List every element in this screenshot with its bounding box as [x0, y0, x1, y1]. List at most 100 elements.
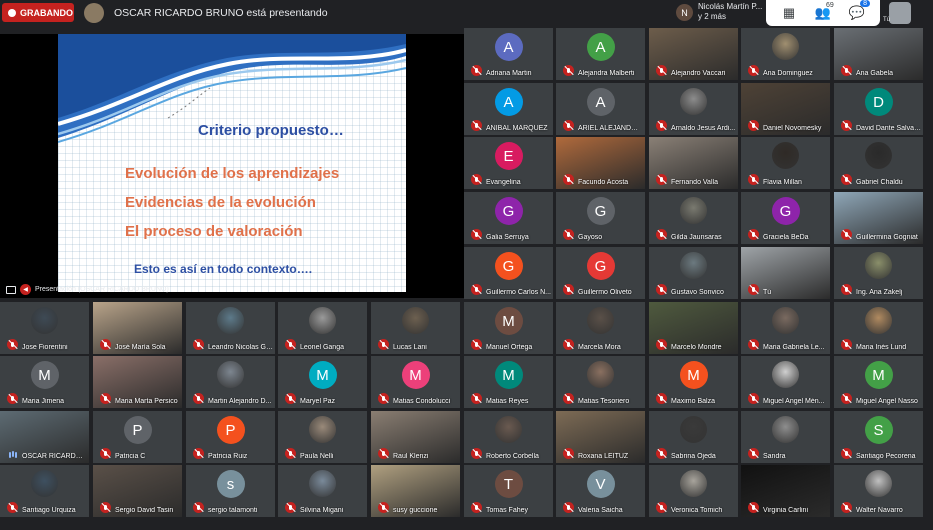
participant-tile[interactable]: Flavia Millan — [741, 137, 830, 189]
participant-tile[interactable]: Ing. Ana Zakelj — [834, 247, 923, 299]
participant-tile[interactable]: Ana Gabela — [834, 28, 923, 80]
participant-tile[interactable]: OSCAR RICARDO ... — [0, 411, 89, 463]
participant-tile[interactable]: Walter Navarro — [834, 465, 923, 517]
participant-tile[interactable]: Daniel Novomesky — [741, 83, 830, 135]
participant-tile[interactable]: E Evangelina — [464, 137, 553, 189]
participant-avatar: M — [494, 361, 523, 389]
participant-tile[interactable]: A ARIEL ALEJANDRO... — [556, 83, 645, 135]
participant-tile[interactable]: M Maximo Balza — [649, 356, 738, 408]
participant-tile[interactable]: Sergio David Tasin — [93, 465, 182, 517]
mic-off-icon — [471, 339, 482, 350]
participant-tile[interactable]: Silvina Migani — [278, 465, 367, 517]
participant-tile[interactable]: M Matias Condolucci — [371, 356, 460, 408]
mic-off-icon — [100, 393, 111, 404]
participant-tile[interactable]: Martin Alejandro D... — [186, 356, 275, 408]
participant-tile[interactable]: Virginia Carlini — [741, 465, 830, 517]
participant-tile[interactable]: Marcela Mora — [556, 302, 645, 354]
participant-tile[interactable]: A Alejandra Malberti — [556, 28, 645, 80]
participant-name: José María Sola — [115, 344, 166, 351]
participant-tile[interactable]: G Graciela BeDa — [741, 192, 830, 244]
participant-tile[interactable]: Maria Inés Lund — [834, 302, 923, 354]
mic-off-icon — [748, 120, 759, 131]
participant-tile[interactable]: G Gayoso — [556, 192, 645, 244]
participant-tile[interactable]: Matias Tesoriero — [556, 356, 645, 408]
participant-name: ARIEL ALEJANDRO... — [578, 125, 643, 132]
mic-off-icon — [656, 229, 667, 240]
recording-badge[interactable]: GRABANDO — [2, 3, 74, 22]
participant-tile[interactable]: Jose Fiorentini — [0, 302, 89, 354]
participant-tile[interactable]: s sergio talamonti — [186, 465, 275, 517]
participant-tile[interactable]: Gabriel Chaldu — [834, 137, 923, 189]
participant-tile[interactable]: Gustavo Sonvico — [649, 247, 738, 299]
participant-name: Fernando Valla — [671, 179, 718, 186]
participant-name: Lucas Lani — [393, 344, 427, 351]
participant-tile[interactable]: M Manuel Ortega — [464, 302, 553, 354]
participant-tile[interactable]: Marcelo Mondre — [649, 302, 738, 354]
participant-tile[interactable]: G Guillermo Oliveto — [556, 247, 645, 299]
participant-name: Raul Klenzi — [393, 453, 429, 460]
participant-tile[interactable]: Paula Nelli — [278, 411, 367, 463]
mic-off-icon — [656, 174, 667, 185]
participant-tile[interactable]: Ana Dominguez — [741, 28, 830, 80]
participant-tile[interactable]: G Guillermo Carlos N... — [464, 247, 553, 299]
participant-tile[interactable]: Leandro Nicolas Gi... — [186, 302, 275, 354]
participant-tile[interactable]: Facundo Acosta — [556, 137, 645, 189]
participant-name: Veronica Tomich — [671, 507, 723, 514]
participant-tile[interactable]: P Patricia Ruiz — [186, 411, 275, 463]
participant-photo — [772, 33, 799, 60]
participant-name: Gabriel Chaldu — [856, 179, 903, 186]
participant-tile[interactable]: Sandra — [741, 411, 830, 463]
participant-tile[interactable]: M Maryel Paz — [278, 356, 367, 408]
participant-tile[interactable]: Maria Marta Persico — [93, 356, 182, 408]
mic-off-icon — [563, 120, 574, 131]
participant-tile[interactable]: A Adriana Martin — [464, 28, 553, 80]
mic-off-icon — [285, 502, 296, 513]
participant-tile[interactable]: Gilda Jaunsaras — [649, 192, 738, 244]
chat-icon[interactable]: 💬 8 — [844, 0, 870, 21]
grid-layout-icon[interactable]: ▦ — [776, 5, 802, 21]
participant-tile[interactable]: D David Dante Salvat... — [834, 83, 923, 135]
present-screen-icon — [6, 285, 16, 294]
participant-name: Valeria Saicha — [578, 507, 623, 514]
participant-tile[interactable]: T Tomas Fahey — [464, 465, 553, 517]
participant-tile[interactable]: Santiago Urquiza — [0, 465, 89, 517]
participant-tile[interactable]: A ANIBAL MARQUEZ — [464, 83, 553, 135]
participant-tile[interactable]: M Maria Jimena — [0, 356, 89, 408]
participant-tile[interactable]: José María Sola — [93, 302, 182, 354]
participant-tile[interactable]: susy guccione — [371, 465, 460, 517]
participant-tile[interactable]: Fernando Valla — [649, 137, 738, 189]
participant-tile[interactable]: Miguel Angel Mén... — [741, 356, 830, 408]
participant-tile[interactable]: Raul Klenzi — [371, 411, 460, 463]
participant-tile[interactable]: Leonel Ganga — [278, 302, 367, 354]
participant-tile[interactable]: Roberto Corbella — [464, 411, 553, 463]
slide-wave-decoration — [58, 34, 406, 143]
participant-tile[interactable]: Roxana LEITUZ — [556, 411, 645, 463]
participant-tile[interactable]: Guillermina Gogniat — [834, 192, 923, 244]
participant-avatar: M — [30, 361, 59, 389]
people-icon[interactable]: 👥 69 — [810, 2, 836, 21]
participant-tile[interactable]: M Miguel Angel Nasso — [834, 356, 923, 408]
participant-tile[interactable]: Maria Gabriela Le... — [741, 302, 830, 354]
raised-hands-text[interactable]: Nicolás Martín P... y 2 más — [698, 2, 766, 22]
participant-tile[interactable]: M Matias Reyes — [464, 356, 553, 408]
participant-tile[interactable]: Veronica Tomich — [649, 465, 738, 517]
participant-tile[interactable]: Arnaldo Jesus Ardi... — [649, 83, 738, 135]
slide-footer: Esto es así en todo contexto…. — [134, 262, 313, 276]
participant-tile[interactable]: Alejandro Vaccari — [649, 28, 738, 80]
participant-avatar: T — [494, 470, 523, 498]
participant-tile[interactable]: Lucas Lani — [371, 302, 460, 354]
participant-tile[interactable]: G Galia Serruya — [464, 192, 553, 244]
participant-avatar: G — [494, 197, 523, 225]
participant-name: Graciela BeDa — [763, 234, 809, 241]
participant-photo — [865, 252, 892, 279]
participant-tile[interactable]: Tú — [741, 247, 830, 299]
participant-name: Miguel Angel Nasso — [856, 398, 918, 405]
participant-tile[interactable]: V Valeria Saicha — [556, 465, 645, 517]
mic-off-icon — [471, 65, 482, 76]
participant-tile[interactable]: P Patricia C — [93, 411, 182, 463]
participant-photo — [495, 416, 522, 443]
presentation-tile[interactable]: Criterio propuesto… Evolución de los apr… — [0, 34, 464, 298]
participant-tile[interactable]: Sabrina Ojeda — [649, 411, 738, 463]
participant-name: Santiago Urquiza — [22, 507, 76, 514]
participant-tile[interactable]: S Santiago Pecorena — [834, 411, 923, 463]
